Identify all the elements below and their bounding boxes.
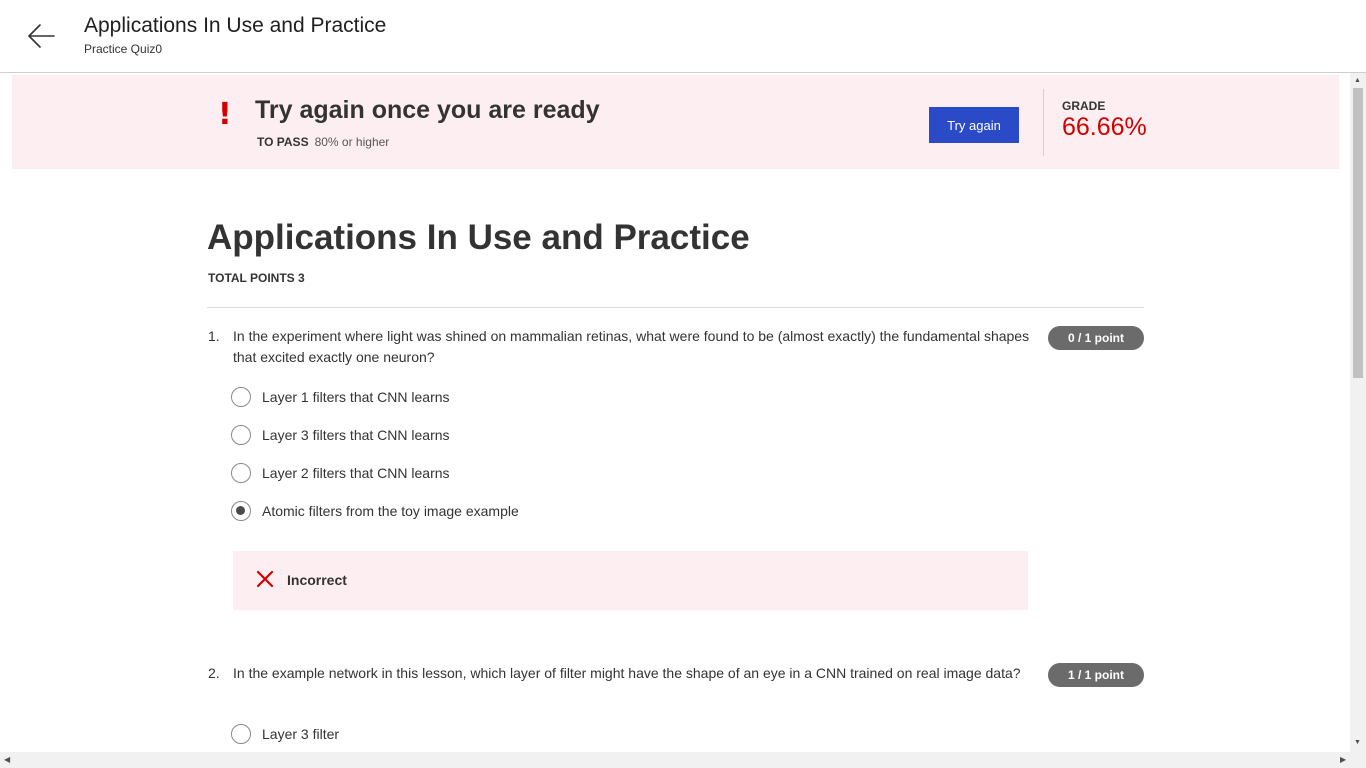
header-title: Applications In Use and Practice (84, 14, 387, 37)
total-points: TOTAL POINTS 3 (208, 271, 305, 285)
feedback-text: Incorrect (287, 572, 347, 588)
alert-icon: ! (218, 97, 232, 132)
content-area: ! Try again once you are ready TO PASS 80… (0, 73, 1350, 752)
scroll-down-icon[interactable]: ▼ (1354, 739, 1361, 746)
question-number: 1. (208, 328, 220, 344)
horizontal-scrollbar[interactable]: ◀ ▶ (0, 752, 1366, 768)
quiz-title: Applications In Use and Practice (207, 218, 750, 257)
score-badge: 1 / 1 point (1048, 663, 1144, 687)
header-subtitle: Practice Quiz0 (84, 42, 163, 56)
pass-label: TO PASS (257, 135, 309, 149)
radio-button[interactable] (231, 425, 251, 445)
radio-button[interactable] (231, 387, 251, 407)
top-bar: Applications In Use and Practice Practic… (0, 0, 1366, 73)
answer-option[interactable]: Layer 3 filters that CNN learns (231, 423, 450, 447)
try-again-button[interactable]: Try again (929, 107, 1019, 143)
back-button[interactable] (26, 20, 58, 52)
feedback-box: Incorrect (233, 551, 1028, 610)
scroll-right-icon[interactable]: ▶ (1340, 755, 1346, 764)
answer-option[interactable]: Layer 3 filter (231, 722, 339, 746)
arrow-left-icon (28, 24, 55, 48)
grade-label: GRADE (1062, 99, 1106, 113)
option-label: Layer 3 filters that CNN learns (262, 427, 450, 443)
scroll-up-icon[interactable]: ▲ (1354, 77, 1361, 84)
grade-value: 66.66% (1062, 113, 1147, 141)
question-text: In the example network in this lesson, w… (233, 665, 1021, 681)
radio-button[interactable] (231, 724, 251, 744)
option-label: Atomic filters from the toy image exampl… (262, 503, 519, 519)
option-label: Layer 2 filters that CNN learns (262, 465, 450, 481)
scrollbar-thumb[interactable] (1353, 88, 1363, 378)
answer-option[interactable]: Layer 2 filters that CNN learns (231, 461, 450, 485)
question-number: 2. (208, 665, 220, 681)
answer-option-selected[interactable]: Atomic filters from the toy image exampl… (231, 499, 519, 523)
option-label: Layer 1 filters that CNN learns (262, 389, 450, 405)
score-badge: 0 / 1 point (1048, 326, 1144, 350)
divider (207, 307, 1144, 308)
option-label: Layer 3 filter (262, 726, 340, 742)
close-x-icon (256, 570, 274, 588)
scroll-left-icon[interactable]: ◀ (4, 755, 10, 764)
pass-requirement: TO PASS 80% or higher (257, 135, 389, 149)
banner-heading: Try again once you are ready (255, 96, 600, 124)
answer-option[interactable]: Layer 1 filters that CNN learns (231, 385, 450, 409)
question-text: In the experiment where light was shined… (233, 328, 1030, 365)
radio-button-selected[interactable] (231, 501, 251, 521)
result-banner: ! Try again once you are ready TO PASS 80… (12, 75, 1339, 169)
radio-button[interactable] (231, 463, 251, 483)
vertical-scrollbar[interactable]: ▲ ▼ (1350, 73, 1366, 752)
banner-divider (1043, 89, 1044, 156)
pass-value: 80% or higher (314, 135, 390, 149)
